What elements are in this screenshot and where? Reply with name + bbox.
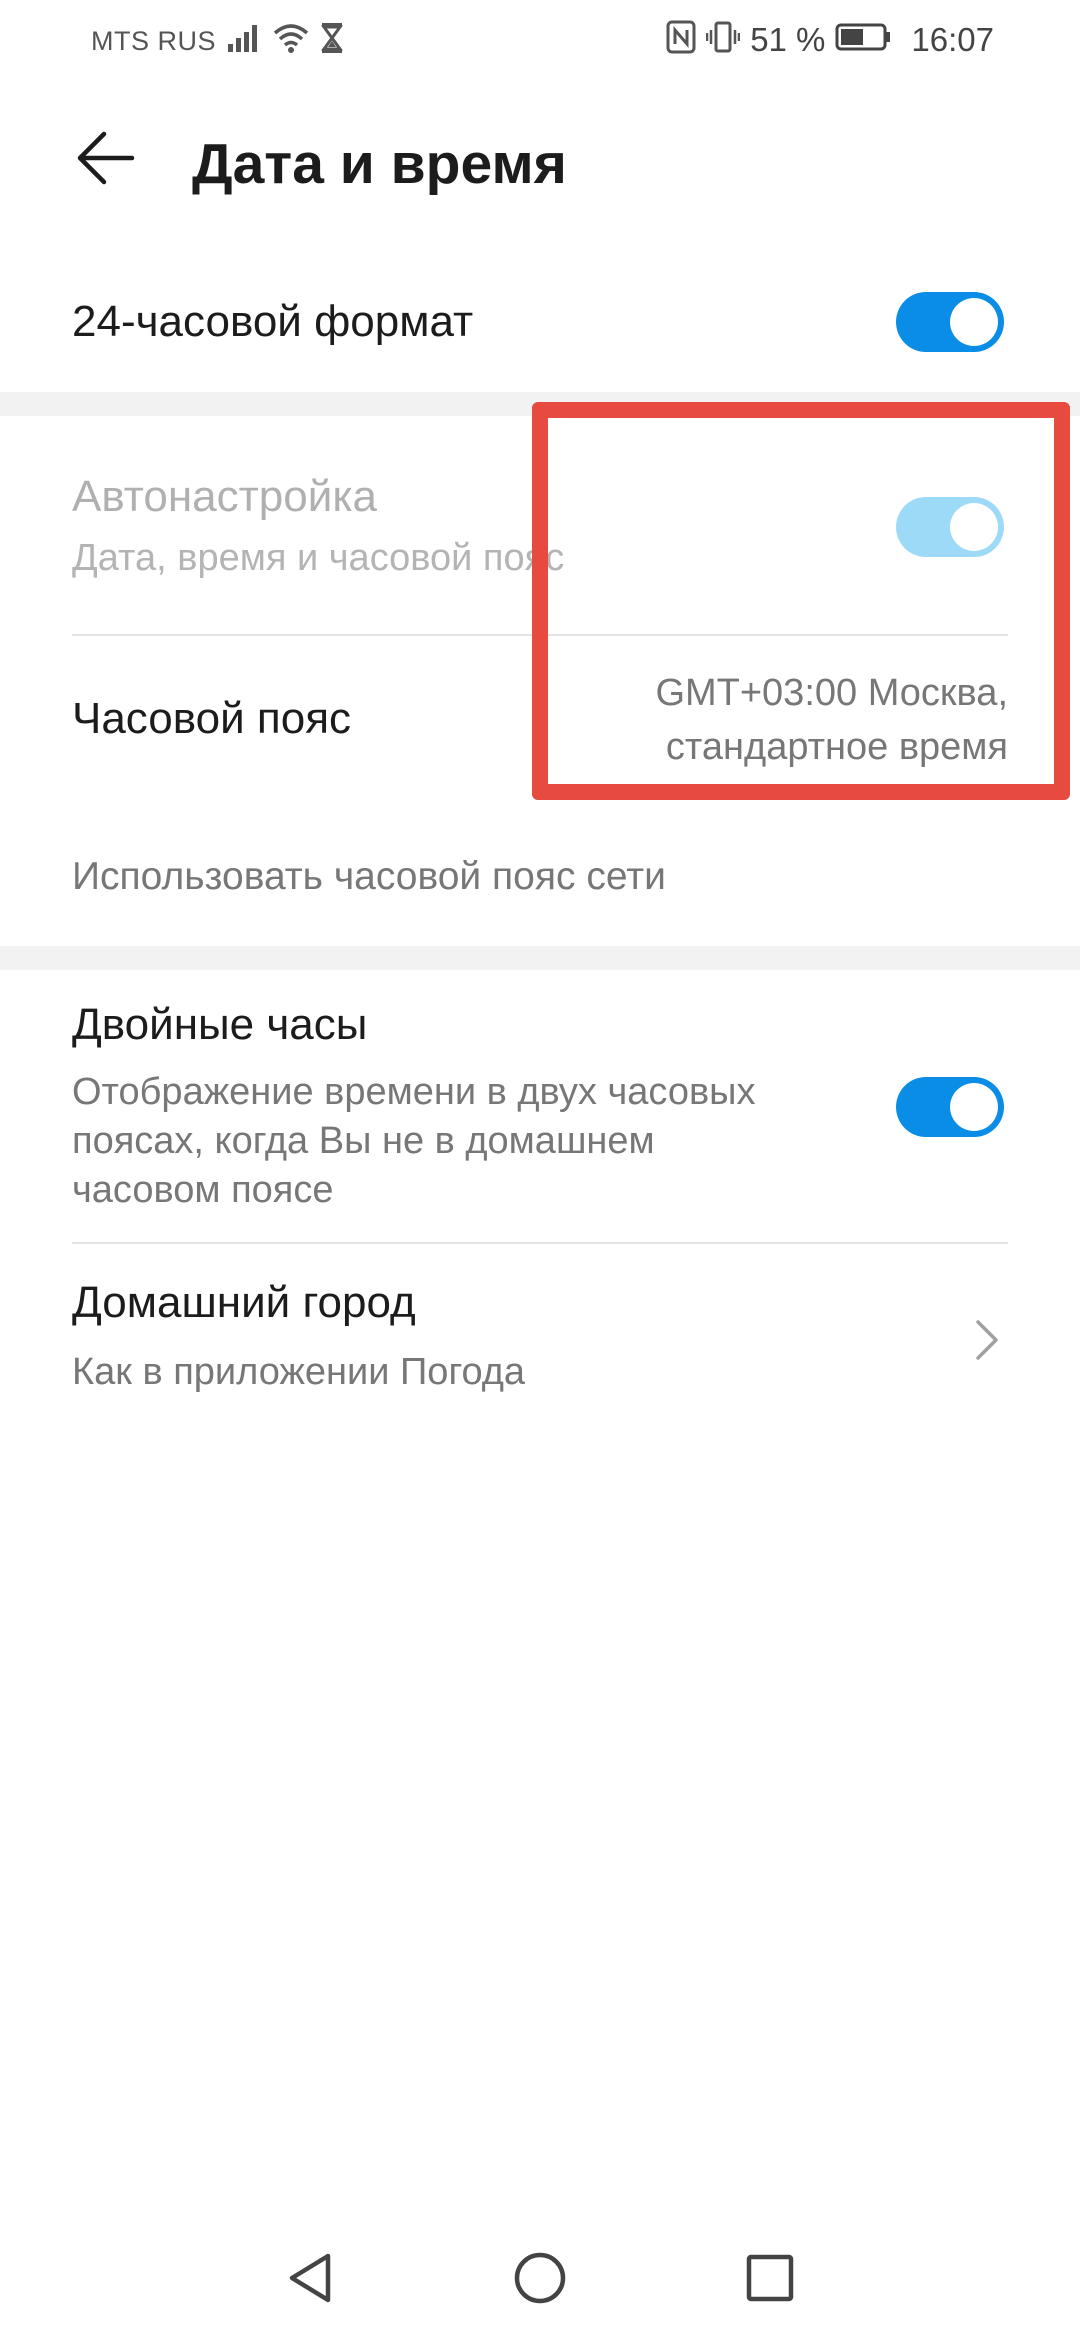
carrier-label: MTS RUS (91, 26, 216, 56)
wifi-icon (272, 22, 310, 59)
toggle-knob (950, 1083, 998, 1131)
status-left-icons (226, 22, 344, 59)
dual-clock-subtitle-line3: часовом поясе (72, 1169, 334, 1211)
home-city-row[interactable]: Домашний город Как в приложении Погода (0, 1244, 1080, 1414)
nav-home-button[interactable] (510, 2250, 570, 2310)
home-circle-icon (512, 2250, 568, 2311)
dual-clock-subtitle-line1: Отображение времени в двух часовых (72, 1071, 756, 1113)
battery-percent: 51 % (750, 20, 826, 58)
nfc-icon (666, 20, 696, 59)
highlight-box (532, 402, 1070, 800)
auto-setup-label: Автонастройка (72, 472, 378, 521)
home-city-label: Домашний город (72, 1278, 416, 1327)
dual-clock-label: Двойные часы (72, 1000, 368, 1049)
section-separator (0, 946, 1080, 970)
nav-recents-button[interactable] (740, 2250, 800, 2310)
status-bar: MTS RUS 51 % 16:07 (0, 0, 1080, 84)
auto-setup-subtitle: Дата, время и часовой пояс (72, 537, 565, 579)
toggle-knob (950, 298, 998, 346)
dual-clock-subtitle-line2: поясах, когда Вы не в домашнем (72, 1120, 655, 1162)
back-button[interactable] (70, 124, 142, 196)
nav-back-button[interactable] (280, 2250, 340, 2310)
dual-clock-row[interactable]: Двойные часы Отображение времени в двух … (0, 970, 1080, 1242)
format-24h-row[interactable]: 24-часовой формат (0, 252, 1080, 392)
page-title: Дата и время (192, 132, 567, 196)
chevron-right-icon (968, 1316, 1004, 1364)
format-24h-label: 24-часовой формат (72, 297, 474, 346)
navigation-bar (0, 2220, 1080, 2340)
app-header: Дата и время (0, 84, 1080, 252)
network-timezone-label: Использовать часовой пояс сети (72, 855, 666, 898)
status-right: 51 % 16:07 (666, 20, 994, 59)
back-triangle-icon (284, 2250, 336, 2311)
timezone-label: Часовой пояс (72, 694, 352, 743)
battery-icon (835, 22, 893, 57)
back-arrow-icon (76, 128, 136, 193)
signal-icon (226, 22, 262, 59)
format-24h-toggle[interactable] (896, 292, 1004, 352)
home-city-subtitle: Как в приложении Погода (72, 1351, 526, 1393)
dual-clock-toggle[interactable] (896, 1077, 1004, 1137)
network-timezone-row: Использовать часовой пояс сети (0, 830, 1080, 940)
vibrate-icon (705, 20, 741, 59)
hourglass-icon (320, 22, 344, 59)
recents-square-icon (744, 2252, 796, 2309)
clock: 16:07 (911, 20, 994, 58)
dual-clock-subtitle: Отображение времени в двух часовых пояса… (72, 1068, 755, 1215)
